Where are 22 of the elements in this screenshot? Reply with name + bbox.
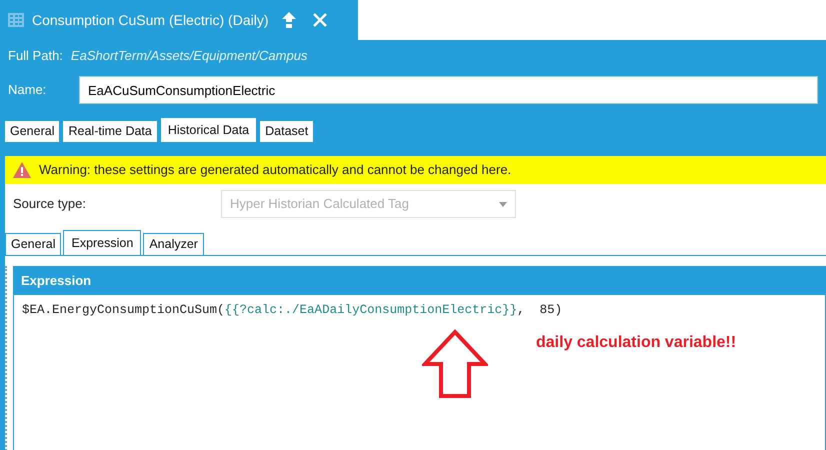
name-field[interactable]: EaACuSumConsumptionElectric	[79, 76, 818, 104]
source-type-label: Source type:	[13, 195, 87, 214]
warning-text: Warning: these settings are generated automatically and cannot be changed here.	[39, 161, 512, 180]
tab[interactable]: General	[4, 120, 60, 142]
path-value: EaShortTerm/Assets/Equipment/Campus	[70, 47, 308, 66]
tab[interactable]: Real-time Data	[62, 120, 158, 142]
path-label: Full Path:	[8, 47, 63, 66]
name-label: Name:	[8, 81, 48, 100]
expression-code: $EA.EnergyConsumptionCuSum({{?calc:./EaADailyConsumptionElectric}}, 85)	[22, 302, 564, 319]
warning-icon	[13, 162, 31, 178]
caret-icon	[499, 202, 507, 206]
tab[interactable]: Analyzer	[143, 233, 204, 255]
section-header: Expression	[13, 266, 826, 295]
tab[interactable]: General	[5, 233, 62, 255]
tab[interactable]: Dataset	[259, 120, 314, 142]
tab[interactable]: Historical Data	[160, 117, 258, 142]
grid-icon	[8, 13, 24, 27]
window-title: Consumption CuSum (Electric) (Daily)	[32, 10, 269, 30]
expression-editor[interactable]: $EA.EnergyConsumptionCuSum({{?calc:./EaADailyConsumptionElectric}}, 85) daily calculation variable!!	[13, 295, 826, 450]
arrow-up-icon	[422, 329, 488, 399]
annotation-text: daily calculation variable!!	[536, 333, 736, 353]
tab[interactable]: Expression	[63, 230, 142, 255]
